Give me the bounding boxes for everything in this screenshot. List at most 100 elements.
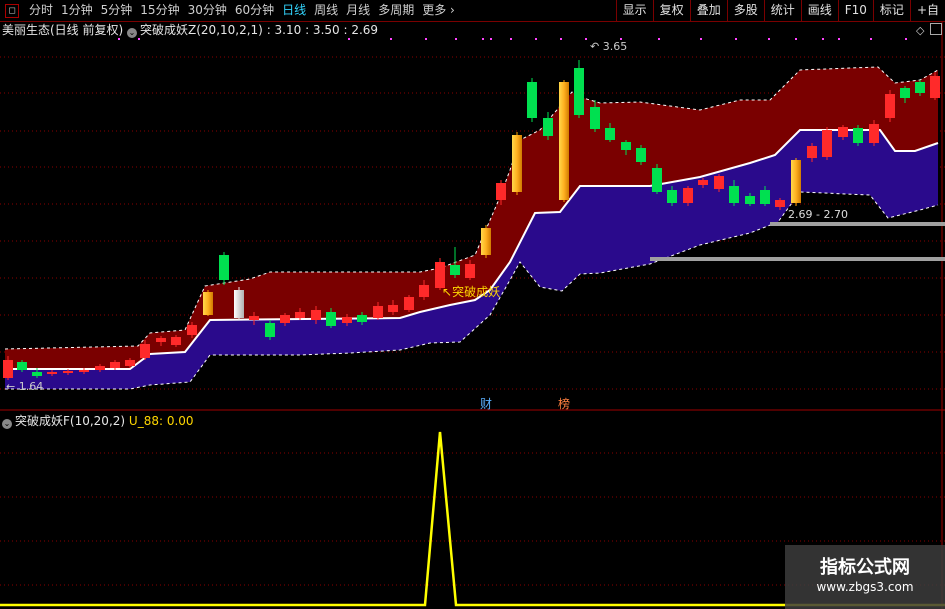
candle-body xyxy=(714,176,724,189)
candle-body xyxy=(249,316,259,320)
watermark-url: www.zbgs3.com xyxy=(816,580,914,594)
candle-5 xyxy=(79,368,89,374)
candle-15 xyxy=(234,287,244,320)
toolbar-right-buttons: 显示 复权 叠加 多股 统计 画线 F10 标记 +自 xyxy=(615,0,945,21)
candle-59 xyxy=(915,80,925,96)
rank-marker[interactable]: 榜 xyxy=(558,398,570,411)
toolbar-button-4[interactable]: 统计 xyxy=(763,0,801,21)
middle-band-line xyxy=(5,129,939,370)
candle-body xyxy=(79,370,89,372)
signal-dot xyxy=(795,38,797,40)
candle-7 xyxy=(110,360,120,370)
candle-12 xyxy=(187,322,197,338)
candle-body xyxy=(234,290,244,318)
candle-14 xyxy=(219,252,229,285)
toolbar-button-6[interactable]: F10 xyxy=(837,0,873,21)
candle-0 xyxy=(3,356,13,380)
period-tab-0[interactable]: 分时 xyxy=(25,0,57,21)
candle-body xyxy=(17,362,27,370)
candle-19 xyxy=(295,308,305,320)
signal-dot xyxy=(455,38,457,40)
candle-21 xyxy=(326,308,336,328)
candle-body xyxy=(915,82,925,93)
candle-body xyxy=(373,306,383,318)
candle-22 xyxy=(342,314,352,326)
candle-33 xyxy=(512,132,522,195)
signal-dot xyxy=(425,38,427,40)
toolbar-button-2[interactable]: 叠加 xyxy=(689,0,727,21)
candle-41 xyxy=(636,145,646,165)
candle-body xyxy=(140,344,150,358)
candle-8 xyxy=(125,358,135,368)
candle-9 xyxy=(140,340,150,360)
sub-indicator-label[interactable]: 突破成妖F(10,20,2) xyxy=(15,414,125,428)
finance-marker[interactable]: 财 xyxy=(480,398,492,411)
period-tab-5[interactable]: 60分钟 xyxy=(231,0,278,21)
price-chart[interactable] xyxy=(0,0,945,609)
candle-body xyxy=(265,323,275,337)
candle-body xyxy=(512,135,522,192)
candle-52 xyxy=(807,143,817,162)
candle-body xyxy=(342,317,352,323)
candle-42 xyxy=(652,164,662,194)
signal-dot xyxy=(735,38,737,40)
stock-title[interactable]: 美丽生态(日线 前复权) xyxy=(2,23,123,37)
candle-body xyxy=(527,82,537,118)
main-indicator-label[interactable]: 突破成妖Z(20,10,2,1) xyxy=(140,23,263,37)
period-tab-1[interactable]: 1分钟 xyxy=(57,0,97,21)
period-tab-7[interactable]: 周线 xyxy=(310,0,342,21)
candle-51 xyxy=(791,158,801,206)
candle-11 xyxy=(171,335,181,347)
period-tab-3[interactable]: 15分钟 xyxy=(136,0,183,21)
candle-27 xyxy=(419,280,429,300)
toolbar-button-5[interactable]: 画线 xyxy=(800,0,838,21)
candle-45 xyxy=(698,178,708,188)
candle-body xyxy=(698,180,708,185)
signal-dot xyxy=(535,38,537,40)
diamond-icon[interactable]: ◇ xyxy=(916,24,924,37)
candle-body xyxy=(326,312,336,326)
candle-56 xyxy=(869,120,879,146)
toolbar-button-3[interactable]: 多股 xyxy=(726,0,764,21)
toolbar-button-7[interactable]: 标记 xyxy=(872,0,910,21)
candle-43 xyxy=(667,186,677,206)
candle-37 xyxy=(574,60,584,118)
candle-46 xyxy=(714,174,724,192)
candle-48 xyxy=(745,193,755,206)
toolbar-button-0[interactable]: 显示 xyxy=(615,0,653,21)
candle-23 xyxy=(357,312,367,325)
candle-body xyxy=(590,107,600,129)
candle-body xyxy=(636,148,646,162)
level-line xyxy=(650,257,945,261)
candle-body xyxy=(745,196,755,204)
candle-body xyxy=(574,68,584,115)
period-toolbar: ◻ 分时 1分钟 5分钟 15分钟 30分钟 60分钟 日线 周线 月线 多周期 更多 › 显示 复权… xyxy=(0,0,945,22)
candle-body xyxy=(219,255,229,280)
signal-dot xyxy=(118,38,120,40)
candle-30 xyxy=(465,260,475,280)
level-line xyxy=(770,222,945,226)
period-tab-10[interactable]: 更多 › xyxy=(418,0,459,21)
expand-icon[interactable] xyxy=(930,23,942,35)
period-tab-8[interactable]: 月线 xyxy=(342,0,374,21)
sub-indicator-settings-icon[interactable]: ⌄ xyxy=(2,419,12,429)
period-tab-6[interactable]: 日线 xyxy=(278,0,310,21)
candle-13 xyxy=(203,290,213,316)
period-tab-9[interactable]: 多周期 xyxy=(374,0,418,21)
candle-53 xyxy=(822,127,832,160)
candle-body xyxy=(853,128,863,143)
candle-body xyxy=(450,265,460,275)
candle-24 xyxy=(373,302,383,320)
candle-26 xyxy=(404,295,414,312)
toolbar-button-8[interactable]: +自 xyxy=(909,0,945,21)
period-tab-4[interactable]: 30分钟 xyxy=(184,0,231,21)
candle-39 xyxy=(605,123,615,142)
toolbar-button-1[interactable]: 复权 xyxy=(652,0,690,21)
period-tab-2[interactable]: 5分钟 xyxy=(97,0,137,21)
candle-1 xyxy=(17,360,27,372)
collapse-icon[interactable]: ◻ xyxy=(5,3,19,18)
indicator-settings-icon[interactable]: ⌄ xyxy=(127,28,138,38)
watermark: 指标公式网 www.zbgs3.com xyxy=(785,545,945,609)
candle-25 xyxy=(388,300,398,315)
candle-4 xyxy=(63,369,73,375)
